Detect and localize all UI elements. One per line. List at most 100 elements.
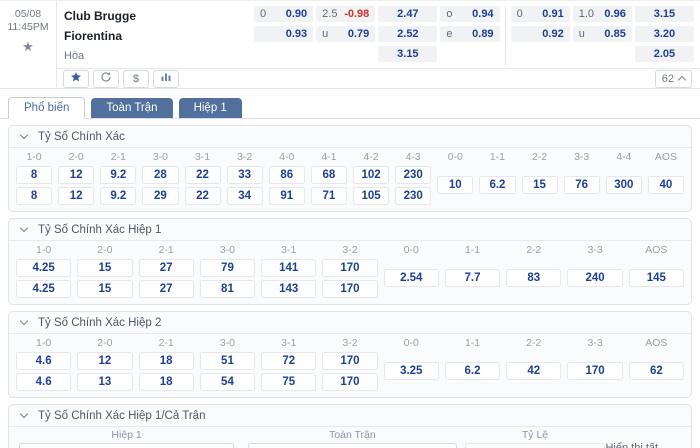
score-odds-cell[interactable]: 300 [606,176,642,194]
score-header-label: 3-2 [319,337,380,349]
score-odds-cell[interactable]: 102 [353,166,389,184]
odds-cell[interactable]: 3.20 [635,26,694,42]
score-odds-cell[interactable]: 28 [142,166,178,184]
score-odds-cell[interactable]: 4.25 [16,280,71,298]
score-odds-cell[interactable]: 91 [269,187,305,205]
score-odds-cell[interactable]: 15 [77,280,132,298]
score-odds-cell[interactable]: 18 [139,352,194,370]
score-odds-cell[interactable]: 83 [506,269,561,287]
score-odds-cell[interactable]: 34 [227,187,263,205]
score-odds-cell[interactable]: 4.25 [16,259,71,277]
favorite-star-button[interactable] [63,70,89,88]
score-odds-cell[interactable]: 27 [139,280,194,298]
score-odds-cell[interactable]: 105 [353,187,389,205]
first-half-score-select[interactable]: 0-0 [19,443,234,448]
tab[interactable]: Hiệp 1 [179,98,242,118]
score-odds-cell[interactable]: 76 [564,176,600,194]
score-odds-cell[interactable]: 75 [261,373,316,391]
score-odds-cell[interactable]: 22 [185,187,221,205]
odds-value: 0.85 [604,28,625,40]
score-header-label: 4-4 [603,151,645,163]
score-odds-cell[interactable]: 15 [77,259,132,277]
score-odds-cell[interactable]: 33 [227,166,263,184]
score-odds-cell[interactable]: 62 [629,362,684,380]
odds-cell[interactable]: 1.00.96 [573,6,632,22]
score-odds-cell[interactable]: 12 [58,187,94,205]
score-odds-cell[interactable]: 81 [200,280,255,298]
score-odds-cell[interactable]: 230 [395,166,431,184]
score-odds-cell[interactable]: 9.2 [100,166,136,184]
score-odds-cell[interactable]: 42 [506,362,561,380]
score-odds-cell[interactable]: 3.25 [384,362,439,380]
match-toolbar: $ 62 [57,68,700,88]
score-odds-cell[interactable]: 18 [139,373,194,391]
tab[interactable]: Toàn Trận [91,98,172,118]
score-odds-cell[interactable]: 86 [269,166,305,184]
odds-cell[interactable]: 3.15 [378,46,437,62]
odds-cell[interactable]: 2.5-0.98 [316,6,375,22]
score-odds-cell[interactable]: 68 [311,166,347,184]
section-header[interactable]: Tỷ Số Chính Xác Hiệp 1/Cả Trận [9,405,691,427]
full-time-score-select[interactable]: 0-0 [248,443,456,448]
score-odds-cell[interactable]: 27 [139,259,194,277]
odds-cell[interactable]: u0.85 [573,26,632,42]
odds-line-label: o [446,8,452,20]
rate-value[interactable]: 10 [465,443,606,448]
score-odds-cell[interactable]: 51 [200,352,255,370]
score-odds-cell[interactable]: 8 [16,166,52,184]
favorite-star-icon[interactable]: ★ [22,39,34,55]
score-odds-cell[interactable]: 10 [437,176,473,194]
score-odds-cell[interactable]: 145 [629,269,684,287]
score-odds-cell[interactable]: 12 [77,352,132,370]
odds-cell[interactable]: 3.15 [635,6,694,22]
score-odds-cell[interactable]: 72 [261,352,316,370]
score-odds-cell[interactable]: 6.2 [479,176,515,194]
odds-cell[interactable]: 0.92 [511,26,570,42]
score-odds-cell[interactable]: 71 [311,187,347,205]
section-header[interactable]: Tỷ Số Chính Xác [9,126,691,148]
section-header[interactable]: Tỷ Số Chính Xác Hiệp 2 [9,312,691,334]
refresh-button[interactable] [93,70,119,88]
full-time-label: Toàn Trận [248,429,456,443]
section-header[interactable]: Tỷ Số Chính Xác Hiệp 1 [9,219,691,241]
score-odds-cell[interactable]: 8 [16,187,52,205]
odds-cell[interactable]: 00.90 [254,6,313,22]
show-all-link[interactable]: Hiển thị tất cả [605,443,681,448]
home-team-name: Club Brugge [64,6,254,26]
score-odds-cell[interactable]: 170 [322,373,377,391]
score-odds-cell[interactable]: 54 [200,373,255,391]
score-odds-cell[interactable]: 230 [395,187,431,205]
odds-cell[interactable]: 0.93 [254,26,313,42]
score-odds-cell[interactable]: 4.6 [16,373,71,391]
score-odds-cell[interactable]: 40 [648,176,684,194]
odds-cell[interactable]: 2.05 [635,46,694,62]
odds-cell[interactable]: 00.91 [511,6,570,22]
score-odds-cell[interactable]: 7.7 [445,269,500,287]
score-odds-cell[interactable]: 141 [261,259,316,277]
statistics-button[interactable] [153,70,179,88]
odds-cell[interactable]: e0.89 [440,26,499,42]
score-odds-cell[interactable]: 240 [567,269,622,287]
score-odds-cell[interactable]: 22 [185,166,221,184]
score-odds-cell[interactable]: 13 [77,373,132,391]
score-odds-cell[interactable]: 15 [522,176,558,194]
score-odds-cell[interactable]: 79 [200,259,255,277]
score-odds-cell[interactable]: 4.6 [16,352,71,370]
score-odds-cell[interactable]: 170 [322,259,377,277]
markets-count-button[interactable]: 62 [655,70,692,88]
cashout-button[interactable]: $ [123,70,149,88]
score-odds-cell[interactable]: 143 [261,280,316,298]
odds-cell[interactable]: u0.79 [316,26,375,42]
score-odds-cell[interactable]: 6.2 [445,362,500,380]
score-odds-cell[interactable]: 12 [58,166,94,184]
odds-cell[interactable]: 2.52 [378,26,437,42]
score-odds-cell[interactable]: 170 [322,352,377,370]
score-odds-cell[interactable]: 29 [142,187,178,205]
score-odds-cell[interactable]: 170 [322,280,377,298]
score-odds-cell[interactable]: 170 [567,362,622,380]
odds-cell[interactable]: 2.47 [378,6,437,22]
score-odds-cell[interactable]: 2.54 [384,269,439,287]
odds-cell[interactable]: o0.94 [440,6,499,22]
tab[interactable]: Phổ biến [8,97,85,119]
score-odds-cell[interactable]: 9.2 [100,187,136,205]
